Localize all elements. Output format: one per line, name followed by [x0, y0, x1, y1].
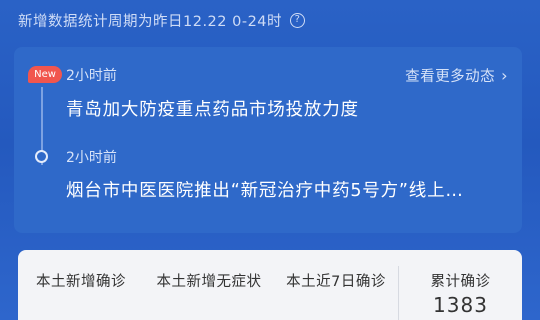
new-badge: New: [28, 66, 62, 83]
timeline-dot-icon: [35, 150, 48, 163]
stat-total-confirmed[interactable]: 累计确诊 1383: [399, 250, 522, 320]
news-headline[interactable]: 烟台市中医医院推出“新冠治疗中药5号方”线上…: [66, 177, 464, 202]
stat-label: 本土新增确诊: [36, 274, 126, 290]
notice-text: 新增数据统计周期为昨日12.22 0-24时: [18, 14, 283, 30]
stats-panel: 本土新增确诊 本土新增无症状 本土近7日确诊 累计确诊 1383: [18, 250, 522, 320]
help-circle-icon[interactable]: ?: [290, 13, 306, 28]
statistics-period-notice: 新增数据统计周期为昨日12.22 0-24时 ?: [18, 10, 306, 31]
stat-local-new-confirmed[interactable]: 本土新增确诊: [18, 250, 144, 320]
stat-value: 1383: [433, 293, 488, 317]
news-feed-card: New 2小时前 查看更多动态 › 青岛加大防疫重点药品市场投放力度 2小时前 …: [14, 47, 522, 233]
stat-label: 本土新增无症状: [156, 274, 262, 290]
view-more-label: 查看更多动态: [405, 69, 496, 85]
news-headline[interactable]: 青岛加大防疫重点药品市场投放力度: [66, 96, 359, 121]
stat-local-new-asymptomatic[interactable]: 本土新增无症状: [144, 250, 274, 320]
chevron-right-icon: ›: [501, 66, 508, 85]
stat-label: 本土近7日确诊: [286, 274, 386, 290]
news-time: 2小时前: [66, 68, 117, 84]
view-more-link[interactable]: 查看更多动态 ›: [405, 65, 508, 86]
stat-local-7day-confirmed[interactable]: 本土近7日确诊: [274, 250, 398, 320]
news-time: 2小时前: [66, 150, 117, 166]
stat-label: 累计确诊: [430, 274, 491, 290]
